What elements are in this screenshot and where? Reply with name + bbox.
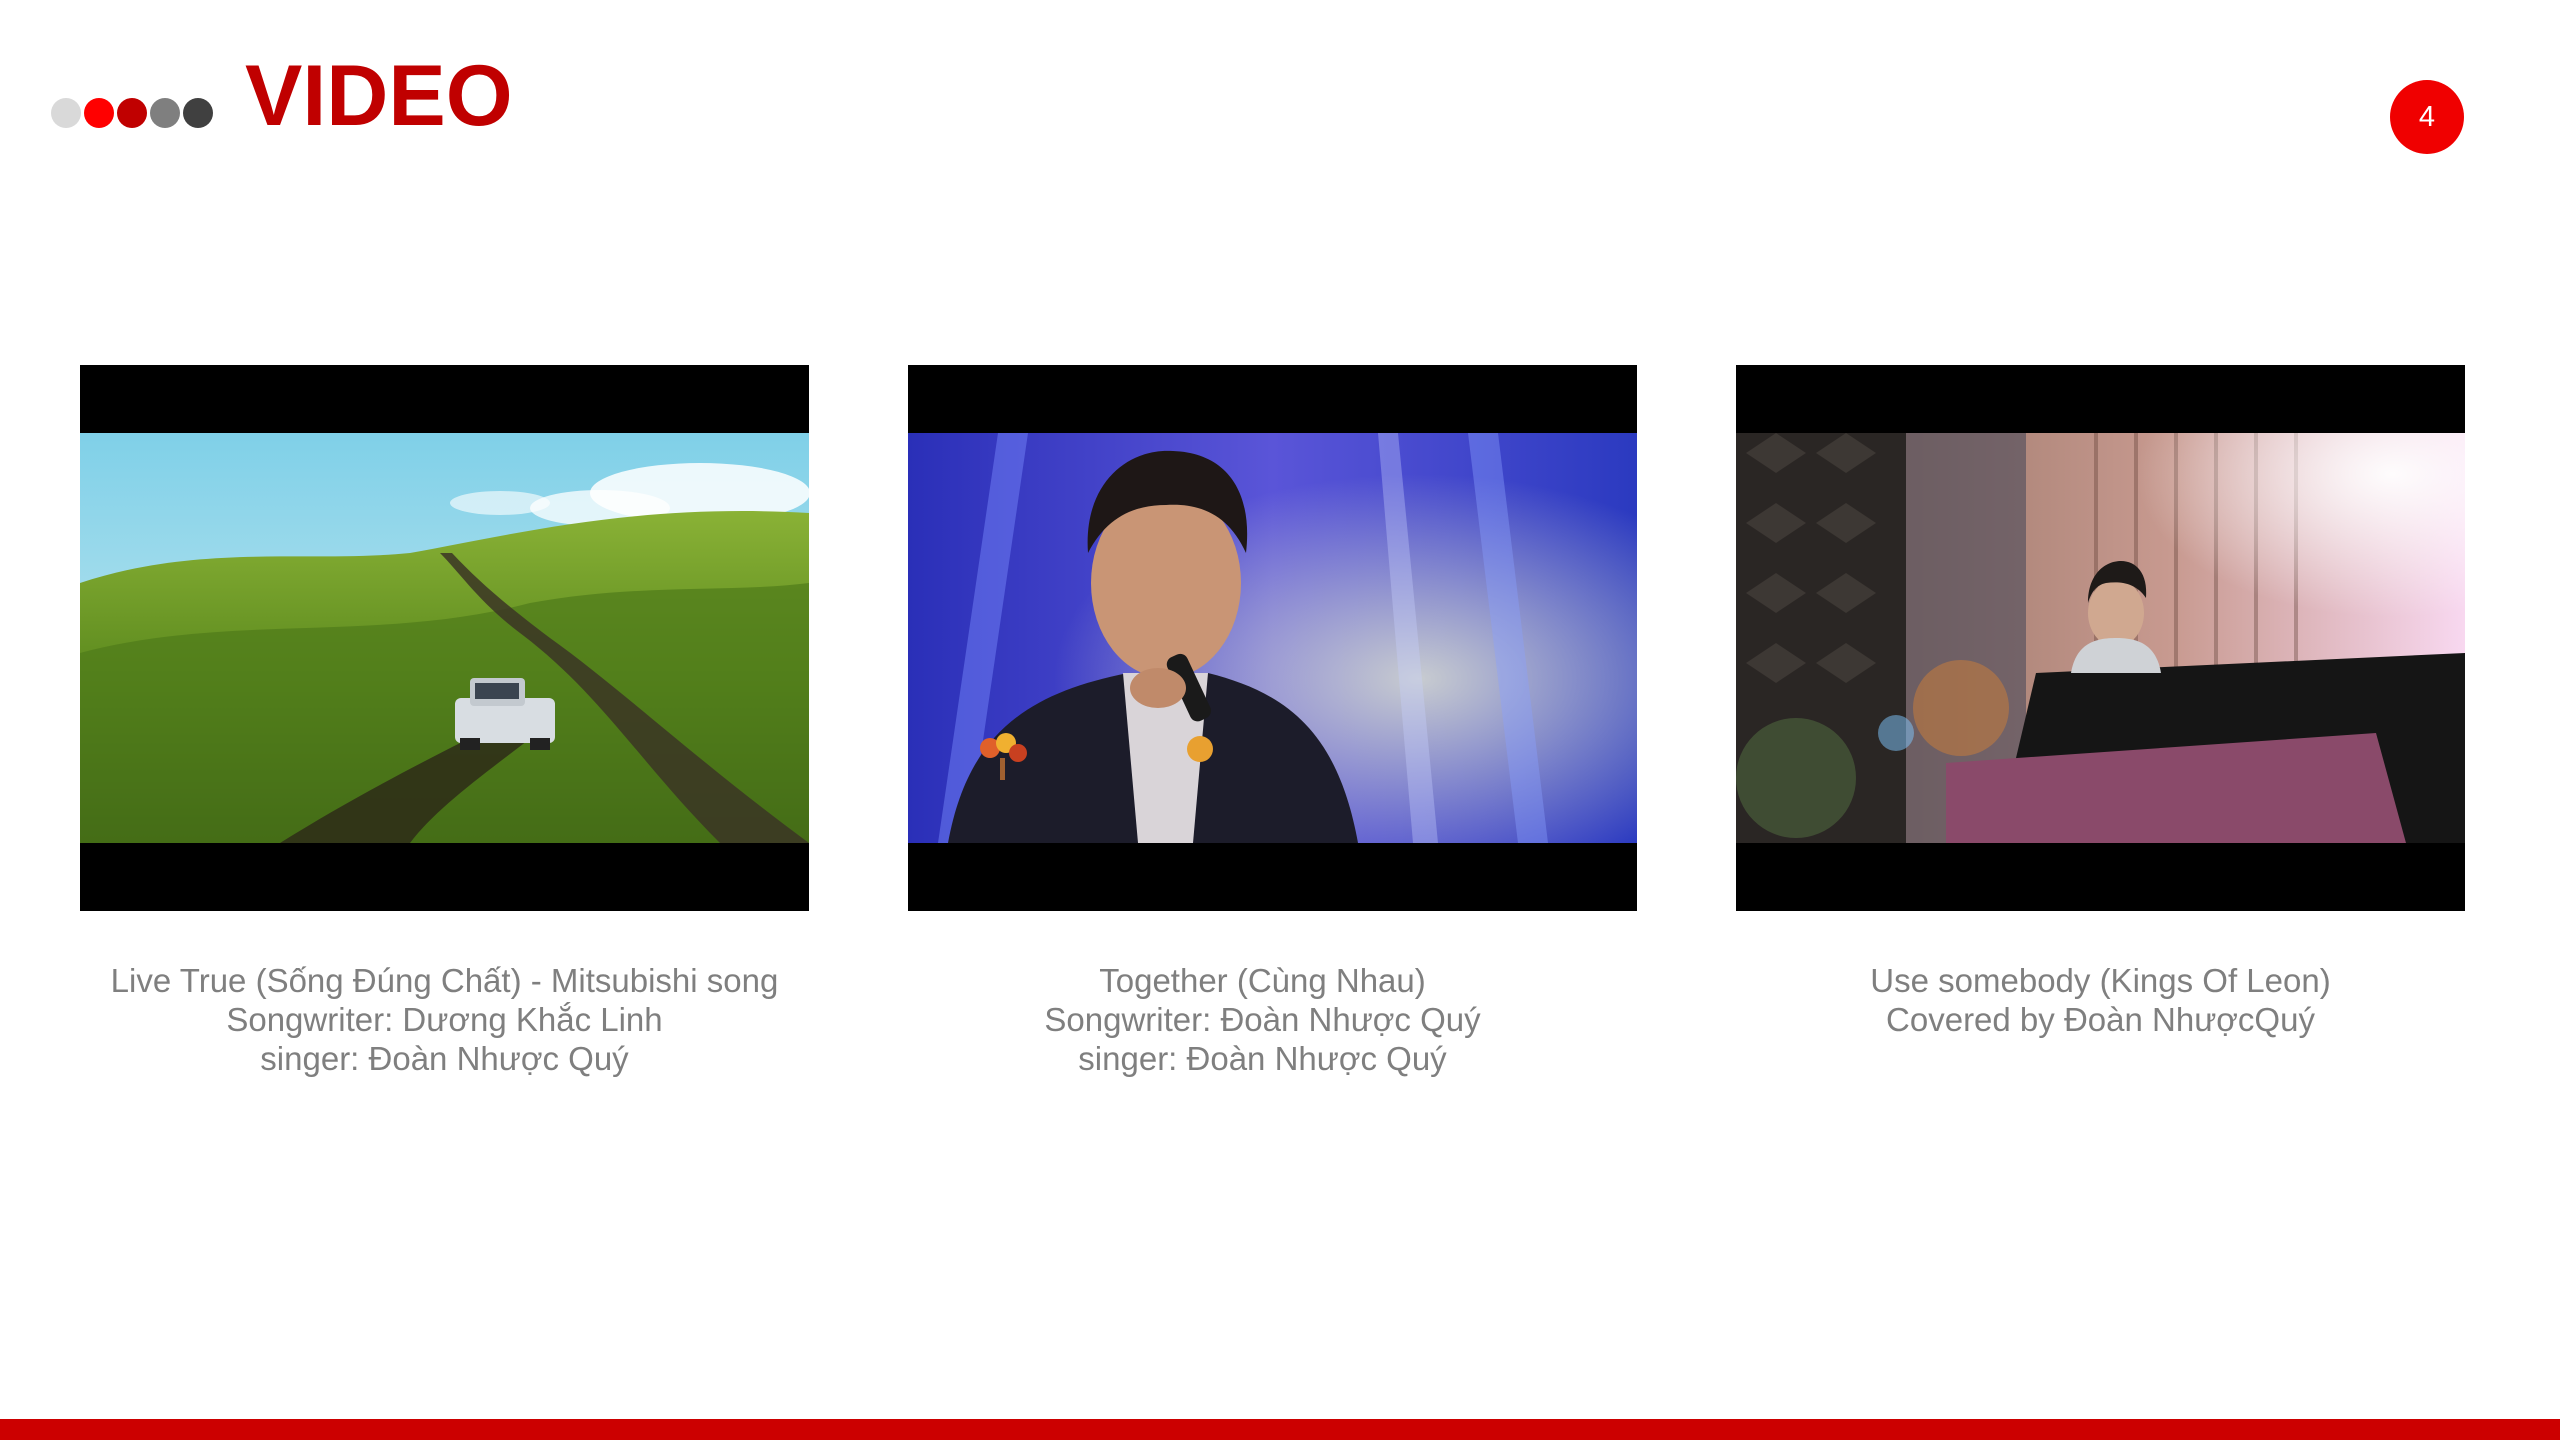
car-driving-thumbnail-icon <box>80 433 809 843</box>
video-caption-3: Use somebody (Kings Of Leon) Covered by … <box>1686 961 2515 1039</box>
bottom-accent-bar <box>0 1419 2560 1440</box>
video-title: Live True (Sống Đúng Chất) - Mitsubishi … <box>110 962 779 999</box>
dot-icon <box>51 98 81 128</box>
piano-thumbnail-icon <box>1736 433 2465 843</box>
video-covered-by: Covered by Đoàn NhượcQuý <box>1886 1001 2315 1038</box>
page-number-badge: 4 <box>2390 80 2464 154</box>
dot-icon <box>117 98 147 128</box>
video-caption-2: Together (Cùng Nhau) Songwriter: Đoàn Nh… <box>848 961 1677 1078</box>
dot-icon <box>183 98 213 128</box>
video-singer: singer: Đoàn Nhược Quý <box>1078 1040 1447 1077</box>
video-singer: singer: Đoàn Nhược Quý <box>260 1040 629 1077</box>
video-songwriter: Songwriter: Dương Khắc Linh <box>226 1001 663 1038</box>
video-thumbnail-3[interactable] <box>1736 365 2465 911</box>
video-thumbnail-2[interactable] <box>908 365 1637 911</box>
dot-icon <box>84 98 114 128</box>
video-title: Use somebody (Kings Of Leon) <box>1870 962 2331 999</box>
singer-thumbnail-icon <box>908 433 1637 843</box>
video-songwriter: Songwriter: Đoàn Nhược Quý <box>1044 1001 1481 1038</box>
dot-icon <box>150 98 180 128</box>
video-title: Together (Cùng Nhau) <box>1099 962 1426 999</box>
video-thumbnail-1[interactable] <box>80 365 809 911</box>
video-caption-1: Live True (Sống Đúng Chất) - Mitsubishi … <box>30 961 859 1078</box>
page-title: VIDEO <box>245 48 513 144</box>
